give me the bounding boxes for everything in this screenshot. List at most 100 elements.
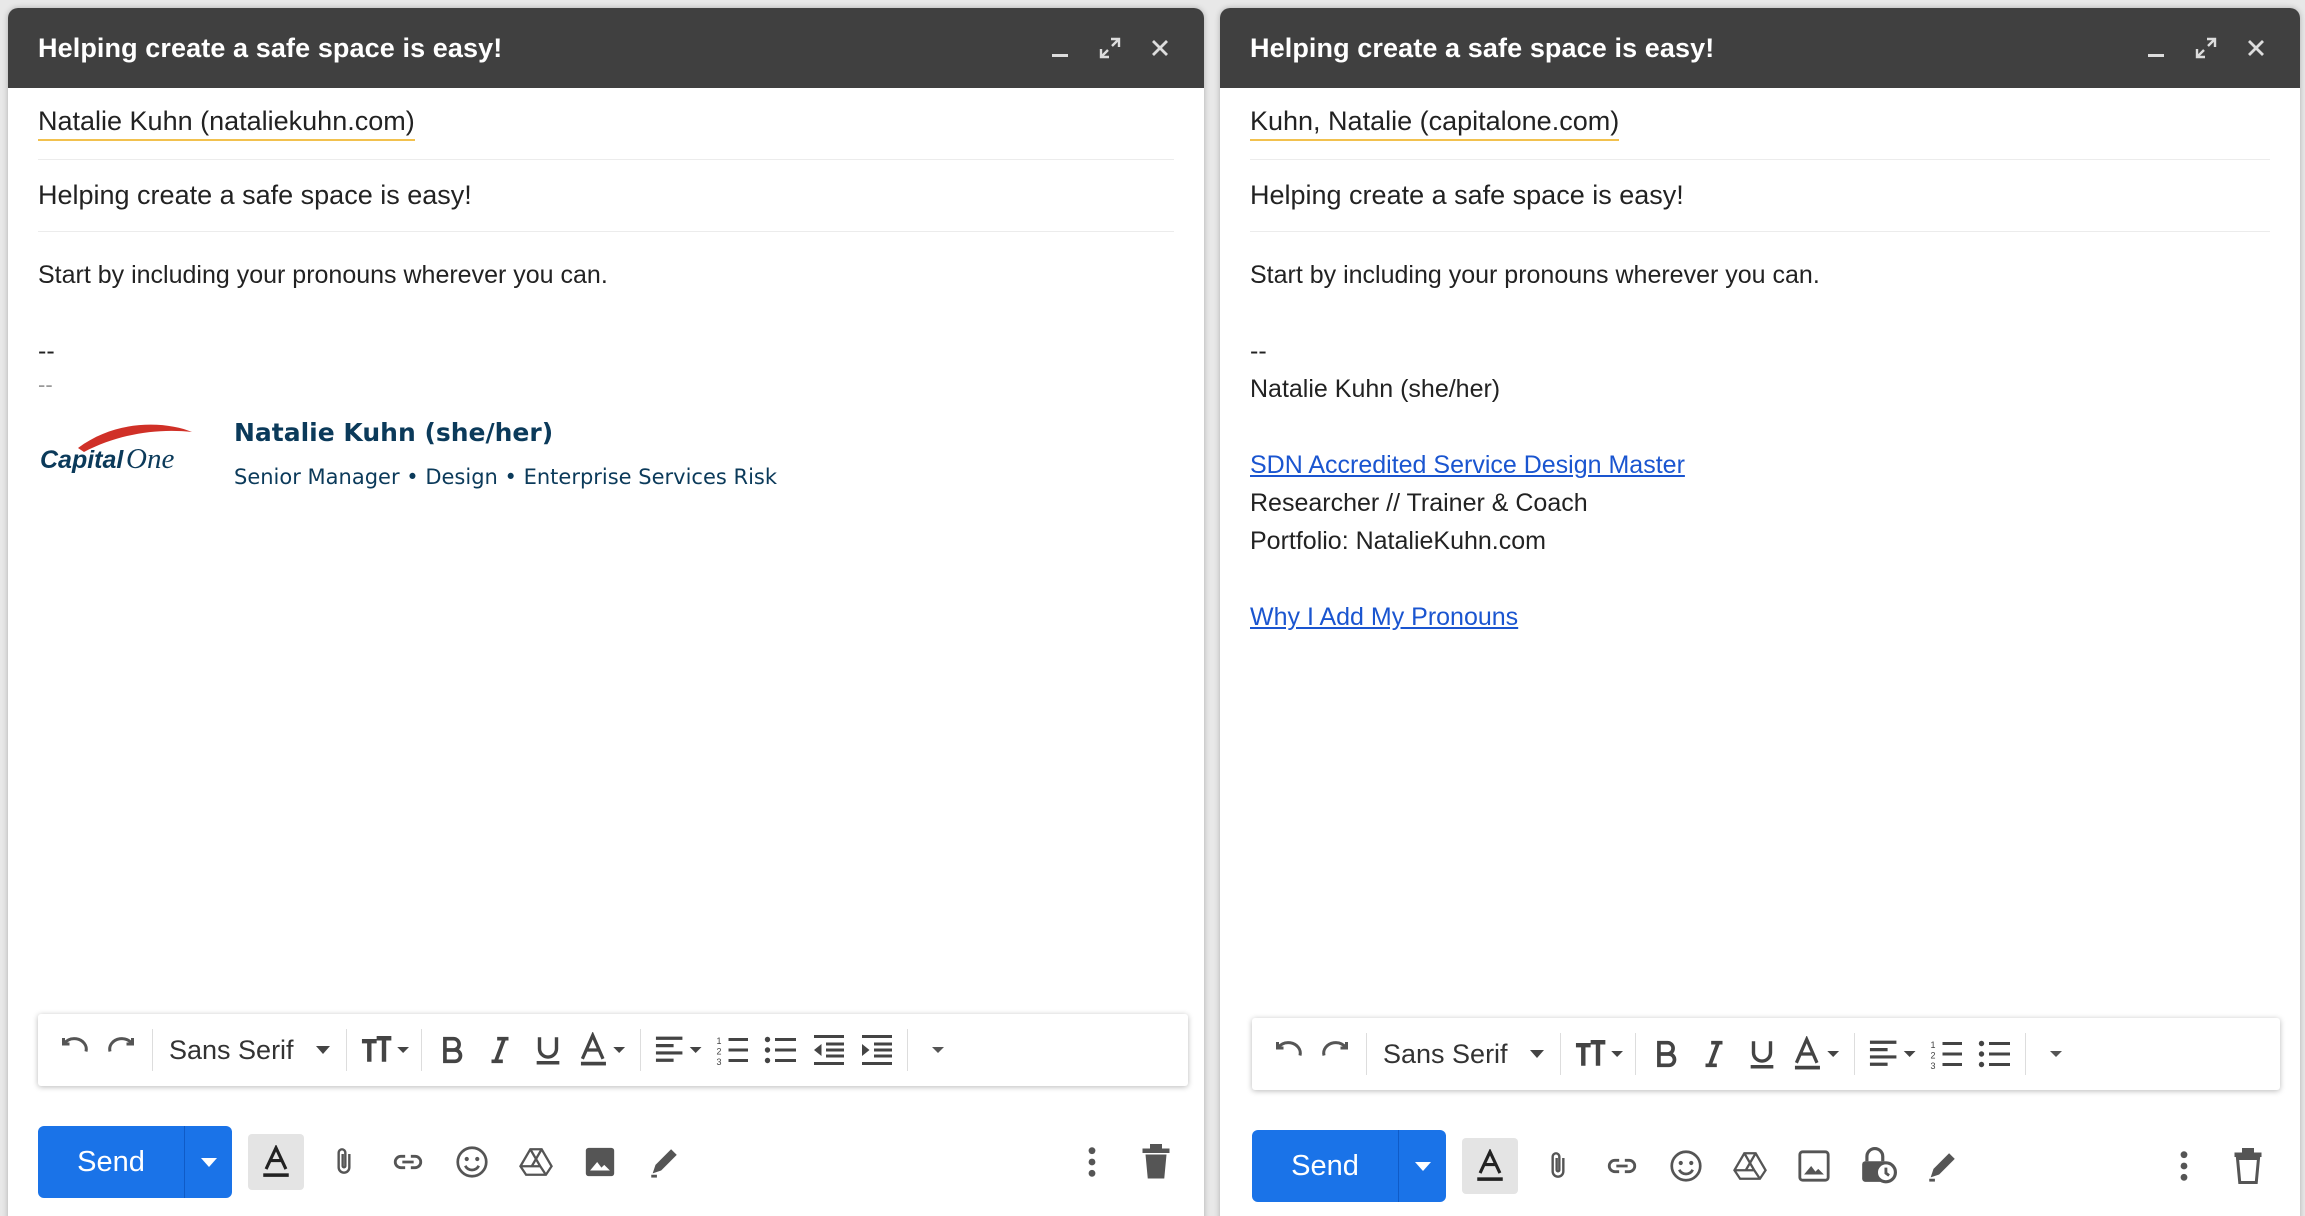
signature-separator: --	[1250, 337, 1267, 365]
undo-button[interactable]	[1264, 1030, 1312, 1078]
send-button[interactable]: Send	[38, 1126, 184, 1198]
svg-text:3: 3	[1930, 1061, 1935, 1071]
send-options-button[interactable]	[184, 1126, 232, 1198]
indent-less-button[interactable]	[805, 1026, 853, 1074]
text-size-button[interactable]	[353, 1026, 415, 1074]
attach-button[interactable]	[1526, 1134, 1590, 1198]
signature-title: Senior Manager • Design • Enterprise Ser…	[234, 465, 778, 489]
emoji-button[interactable]	[440, 1130, 504, 1194]
confidential-mode-button[interactable]	[1846, 1134, 1910, 1198]
window-controls	[1036, 24, 1184, 72]
more-formatting-icon	[931, 1047, 944, 1053]
numbered-list-icon: 123	[716, 1036, 748, 1067]
sdn-accreditation-link[interactable]: SDN Accredited Service Design Master	[1250, 451, 1685, 479]
redo-button[interactable]	[1312, 1030, 1360, 1078]
font-family-select[interactable]: Sans Serif	[159, 1026, 340, 1074]
formatting-options-button[interactable]	[1462, 1138, 1518, 1194]
expand-button[interactable]	[2182, 24, 2230, 72]
insert-photo-button[interactable]	[568, 1130, 632, 1194]
numbered-list-button[interactable]: 123	[709, 1026, 757, 1074]
numbered-list-icon: 123	[1930, 1040, 1962, 1071]
subject-field[interactable]: Helping create a safe space is easy!	[38, 160, 1174, 232]
formatting-options-button[interactable]	[248, 1134, 304, 1190]
italic-button[interactable]	[1690, 1030, 1738, 1078]
underline-button[interactable]	[1738, 1030, 1786, 1078]
link-icon	[1607, 1158, 1637, 1174]
minimize-button[interactable]	[2132, 24, 2180, 72]
bulleted-list-button[interactable]	[757, 1026, 805, 1074]
text-color-button[interactable]	[572, 1026, 634, 1074]
indent-more-icon	[861, 1035, 892, 1065]
close-button[interactable]	[2232, 24, 2280, 72]
more-formatting-button[interactable]	[914, 1026, 962, 1074]
redo-button[interactable]	[98, 1026, 146, 1074]
drive-icon	[519, 1148, 553, 1176]
signature-role: Researcher // Trainer & Coach	[1250, 489, 1588, 517]
text-size-icon	[361, 1036, 409, 1062]
photo-icon	[585, 1147, 615, 1177]
font-family-select[interactable]: Sans Serif	[1373, 1030, 1554, 1078]
minimize-button[interactable]	[1036, 24, 1084, 72]
expand-icon	[1099, 37, 1121, 59]
compose-titlebar[interactable]: Helping create a safe space is easy!	[1220, 8, 2300, 88]
numbered-list-button[interactable]: 123	[1923, 1030, 1971, 1078]
italic-button[interactable]	[476, 1026, 524, 1074]
link-icon	[393, 1154, 423, 1170]
recipient-chip[interactable]: Natalie Kuhn (nataliekuhn.com)	[38, 106, 415, 142]
signature-button[interactable]	[1910, 1134, 1974, 1198]
align-button[interactable]	[1861, 1030, 1923, 1078]
pronouns-article-link[interactable]: Why I Add My Pronouns	[1250, 603, 1518, 631]
insert-photo-button[interactable]	[1782, 1134, 1846, 1198]
drive-button[interactable]	[1718, 1134, 1782, 1198]
compose-window-left: Helping create a safe space is easy! Nat…	[8, 8, 1204, 1216]
window-controls	[2132, 24, 2280, 72]
discard-draft-button[interactable]	[1124, 1130, 1188, 1194]
discard-draft-button[interactable]	[2216, 1134, 2280, 1198]
signature-button[interactable]	[632, 1130, 696, 1194]
bulleted-list-icon	[764, 1036, 796, 1064]
underline-icon	[1750, 1041, 1773, 1069]
close-button[interactable]	[1136, 24, 1184, 72]
indent-less-icon	[813, 1035, 844, 1065]
text-color-icon	[1794, 1036, 1839, 1070]
logo-one-text: One	[126, 443, 174, 475]
signature-name: Natalie Kuhn (she/her)	[234, 418, 554, 447]
formatting-toolbar: Sans Serif 123	[38, 1014, 1188, 1086]
more-options-button[interactable]	[1060, 1130, 1124, 1194]
emoji-button[interactable]	[1654, 1134, 1718, 1198]
send-options-button[interactable]	[1398, 1130, 1446, 1202]
drive-button[interactable]	[504, 1130, 568, 1194]
message-body[interactable]: Start by including your pronouns whereve…	[8, 232, 1204, 496]
text-size-button[interactable]	[1567, 1030, 1629, 1078]
indent-more-button[interactable]	[853, 1026, 901, 1074]
bold-button[interactable]	[1642, 1030, 1690, 1078]
trash-icon	[1142, 1144, 1170, 1179]
send-button[interactable]: Send	[1252, 1130, 1398, 1202]
expand-button[interactable]	[1086, 24, 1134, 72]
align-icon	[1869, 1040, 1916, 1066]
send-group: Send	[38, 1126, 232, 1198]
more-options-button[interactable]	[2152, 1134, 2216, 1198]
more-formatting-button[interactable]	[2032, 1030, 2080, 1078]
compose-actions: Send	[1252, 1130, 2280, 1202]
bold-button[interactable]	[428, 1026, 476, 1074]
bulleted-list-button[interactable]	[1971, 1030, 2019, 1078]
recipients-field[interactable]: Kuhn, Natalie (capitalone.com)	[1250, 88, 2270, 160]
signature-name: Natalie Kuhn (she/her)	[1250, 375, 1501, 403]
italic-icon	[491, 1036, 509, 1064]
svg-text:3: 3	[716, 1057, 721, 1067]
redo-icon	[1322, 1041, 1348, 1056]
message-body[interactable]: Start by including your pronouns whereve…	[1220, 232, 2300, 636]
insert-link-button[interactable]	[376, 1130, 440, 1194]
recipients-field[interactable]: Natalie Kuhn (nataliekuhn.com)	[38, 88, 1174, 160]
insert-link-button[interactable]	[1590, 1134, 1654, 1198]
undo-button[interactable]	[50, 1026, 98, 1074]
subject-field[interactable]: Helping create a safe space is easy!	[1250, 160, 2270, 232]
capital-one-logo: Capital One	[38, 418, 198, 488]
compose-titlebar[interactable]: Helping create a safe space is easy!	[8, 8, 1204, 88]
text-color-button[interactable]	[1786, 1030, 1848, 1078]
recipient-chip[interactable]: Kuhn, Natalie (capitalone.com)	[1250, 106, 1620, 142]
attach-button[interactable]	[312, 1130, 376, 1194]
underline-button[interactable]	[524, 1026, 572, 1074]
align-button[interactable]	[647, 1026, 709, 1074]
